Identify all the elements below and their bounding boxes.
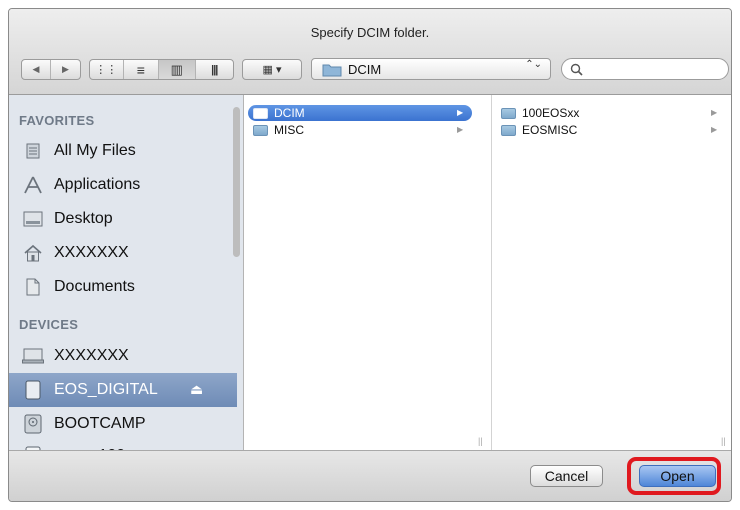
list-item[interactable]: 100EOSxx ▶ — [496, 105, 721, 121]
coverflow-view-button[interactable]: ||| — [196, 60, 233, 79]
chevron-right-icon: ▶ — [457, 125, 464, 134]
cancel-button[interactable]: Cancel — [530, 465, 603, 487]
sidebar-heading-favorites: FAVORITES — [19, 113, 95, 128]
updown-arrows-icon: ⌃⌄ — [525, 59, 542, 70]
sidebar-item-computer[interactable]: XXXXXXX — [9, 339, 234, 373]
column-resize-handle[interactable]: || — [478, 436, 483, 446]
sidebar-item-applications[interactable]: Applications — [9, 168, 234, 202]
chevron-right-icon: ▶ — [711, 108, 718, 117]
computer-icon — [22, 346, 44, 366]
sidebar-item-label: All My Files — [54, 142, 136, 159]
list-item[interactable]: MISC ▶ — [248, 122, 472, 138]
arrange-icon: ▦ ▾ — [262, 64, 282, 76]
sidebar-item-label: XXXXXXX — [54, 244, 129, 261]
icon-view-icon: ⋮⋮ — [95, 64, 118, 76]
list-view-icon: ≡ — [136, 61, 145, 78]
coverflow-view-icon: ||| — [211, 63, 218, 76]
back-button[interactable]: ◀ — [22, 60, 52, 79]
applications-icon — [22, 175, 44, 195]
desktop-icon — [22, 209, 44, 229]
forward-arrow-icon: ▶ — [62, 64, 69, 74]
sidebar-item-home[interactable]: XXXXXXX — [9, 236, 234, 270]
documents-icon — [22, 277, 44, 297]
sidebar-item-emum100[interactable]: emum100 ⏏ — [9, 439, 234, 450]
list-item[interactable]: DCIM ▶ — [248, 105, 472, 121]
column-view-icon: ▥ — [170, 61, 183, 77]
highlight-annotation — [627, 457, 721, 495]
back-forward-control: ◀ ▶ — [21, 59, 81, 80]
back-arrow-icon: ◀ — [32, 64, 40, 74]
chevron-right-icon: ▶ — [711, 125, 718, 134]
search-field[interactable] — [561, 58, 729, 80]
all-files-icon — [22, 141, 44, 161]
sidebar-item-all-my-files[interactable]: All My Files — [9, 134, 234, 168]
sidebar-item-label: XXXXXXX — [54, 347, 129, 364]
item-label: DCIM — [274, 106, 305, 120]
folder-icon — [322, 64, 342, 77]
dialog-title: Specify DCIM folder. — [310, 25, 430, 40]
list-view-button[interactable]: ≡ — [124, 60, 160, 79]
column-view-button[interactable]: ▥ — [159, 60, 196, 79]
browser-column-1: DCIM ▶ MISC ▶ || — [244, 95, 492, 450]
folder-icon — [501, 107, 516, 119]
forward-button[interactable]: ▶ — [51, 60, 80, 79]
list-item[interactable]: EOSMISC ▶ — [496, 122, 721, 138]
sidebar-scrollbar[interactable] — [233, 107, 240, 257]
sidebar-item-eos-digital[interactable]: EOS_DIGITAL ⏏ — [9, 373, 237, 407]
sidebar-item-desktop[interactable]: Desktop — [9, 202, 234, 236]
folder-icon — [501, 124, 516, 136]
open-dialog: Specify DCIM folder. ◀ ▶ ⋮⋮ ≡ ▥ ||| ▦ ▾ … — [8, 8, 732, 502]
home-icon — [22, 243, 44, 263]
path-popup[interactable]: DCIM ⌃⌄ — [311, 58, 551, 80]
folder-icon — [253, 124, 268, 136]
sidebar-item-bootcamp[interactable]: BOOTCAMP — [9, 407, 234, 441]
item-label: MISC — [274, 123, 304, 137]
column-resize-handle[interactable]: || — [721, 436, 726, 446]
sidebar-item-label: BOOTCAMP — [54, 415, 146, 432]
sidebar: FAVORITES All My Files Applications Desk… — [9, 95, 244, 450]
search-icon — [570, 63, 583, 76]
toolbar: Specify DCIM folder. ◀ ▶ ⋮⋮ ≡ ▥ ||| ▦ ▾ … — [9, 9, 731, 95]
path-popup-value: DCIM — [348, 62, 382, 77]
button-bar: Cancel Open — [9, 450, 731, 501]
sidebar-heading-devices: DEVICES — [19, 317, 79, 332]
sidebar-item-documents[interactable]: Documents — [9, 270, 234, 304]
sidebar-item-label: Documents — [54, 278, 135, 295]
sidebar-item-label: Desktop — [54, 210, 113, 227]
sidebar-item-label: EOS_DIGITAL — [54, 381, 158, 398]
sidebar-item-label: Applications — [54, 176, 141, 193]
view-mode-control: ⋮⋮ ≡ ▥ ||| — [89, 59, 234, 80]
icon-view-button[interactable]: ⋮⋮ — [90, 60, 124, 79]
item-label: EOSMISC — [522, 123, 578, 137]
hard-disk-icon — [22, 414, 44, 434]
item-label: 100EOSxx — [522, 106, 580, 120]
drive-icon — [22, 380, 44, 400]
browser-column-2: 100EOSxx ▶ EOSMISC ▶ || — [492, 95, 731, 450]
eject-icon[interactable]: ⏏ — [190, 381, 203, 398]
arrange-button[interactable]: ▦ ▾ — [242, 59, 302, 80]
chevron-right-icon: ▶ — [457, 108, 464, 117]
folder-icon — [253, 107, 268, 119]
